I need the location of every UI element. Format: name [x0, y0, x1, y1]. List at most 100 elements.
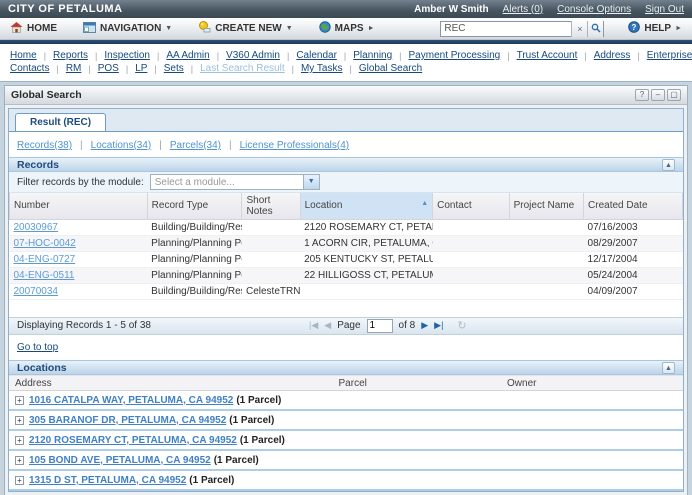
clear-icon: × — [577, 24, 582, 34]
record-number-link[interactable]: 20070034 — [14, 286, 59, 297]
menu-aa-admin[interactable]: AA Admin — [166, 50, 209, 61]
create-new-button[interactable]: CREATE NEW ▼ — [198, 21, 292, 36]
magnifier-icon — [591, 23, 601, 35]
col-record-type[interactable]: Record Type — [147, 193, 242, 220]
parcel-count: (1 Parcel) — [236, 395, 281, 406]
col-project-name[interactable]: Project Name — [509, 193, 583, 220]
sign-out-link[interactable]: Sign Out — [645, 4, 684, 15]
location-address-link[interactable]: 1315 D ST, PETALUMA, CA 94952 — [29, 475, 186, 486]
expand-icon[interactable]: + — [15, 456, 24, 465]
panel-title: Global Search — [11, 89, 82, 101]
last-page-button[interactable]: ▶| — [434, 320, 443, 331]
menu-trust-account[interactable]: Trust Account — [517, 50, 578, 61]
parcels-count-link[interactable]: Parcels(34) — [170, 140, 221, 151]
license-professionals-count-link[interactable]: License Professionals(4) — [240, 140, 350, 151]
home-button[interactable]: HOME — [10, 22, 57, 36]
search-clear-button[interactable]: × — [571, 21, 587, 37]
records-pagination-bar: Displaying Records 1 - 5 of 38 |◀ ◀ Page… — [9, 317, 683, 335]
help-button[interactable]: ? HELP ► — [628, 21, 682, 36]
logged-in-user: Amber W Smith — [414, 4, 488, 15]
menu-address[interactable]: Address — [594, 50, 631, 61]
location-address-link[interactable]: 1016 CATALPA WAY, PETALUMA, CA 94952 — [29, 395, 233, 406]
col-parcel[interactable]: Parcel — [333, 378, 502, 389]
records-count-link[interactable]: Records(38) — [17, 140, 72, 151]
module-filter-select[interactable]: Select a module... ▼ — [150, 174, 320, 190]
menu-sets[interactable]: Sets — [164, 63, 184, 74]
menu-contacts[interactable]: Contacts — [10, 63, 49, 74]
panel-minimize-button[interactable]: – — [651, 89, 665, 101]
expand-icon[interactable]: + — [15, 416, 24, 425]
parcel-count: (1 Parcel) — [189, 475, 234, 486]
expand-icon[interactable]: + — [15, 396, 24, 405]
menu-calendar[interactable]: Calendar — [296, 50, 337, 61]
records-section-header: Records ▲ — [9, 157, 683, 172]
menu-my-tasks[interactable]: My Tasks — [301, 63, 343, 74]
page-number-input[interactable] — [367, 319, 393, 333]
record-number-link[interactable]: 04-ENG-0727 — [14, 254, 76, 265]
search-submit-button[interactable] — [587, 21, 603, 37]
maps-button[interactable]: MAPS ► — [319, 21, 375, 36]
menu-pos[interactable]: POS — [98, 63, 119, 74]
navigation-label: NAVIGATION — [100, 23, 161, 34]
location-address-link[interactable]: 2120 ROSEMARY CT, PETALUMA, CA 94952 — [29, 435, 237, 446]
menu-v360-admin[interactable]: V360 Admin — [226, 50, 280, 61]
record-number-link[interactable]: 20030967 — [14, 222, 59, 233]
location-address-link[interactable]: 305 BARANOF DR, PETALUMA, CA 94952 — [29, 415, 226, 426]
record-row: 04-ENG-0511 Planning/Planning Permit/ENG… — [10, 267, 683, 283]
locations-section-header: Locations ▲ — [9, 360, 683, 375]
menu-enterprise-view[interactable]: Enterprise View — [647, 50, 692, 61]
menu-payment-processing[interactable]: Payment Processing — [409, 50, 501, 61]
col-contact[interactable]: Contact — [433, 193, 509, 220]
parcel-count: (1 Parcel) — [240, 435, 285, 446]
col-created-date[interactable]: Created Date — [584, 193, 683, 220]
locations-count-link[interactable]: Locations(34) — [91, 140, 152, 151]
records-collapse-button[interactable]: ▲ — [662, 159, 675, 171]
workspace-frame: Global Search ? – ▢ Result (REC) Records… — [0, 81, 692, 495]
maps-caret-icon: ► — [368, 25, 375, 32]
menu-row-2: Contacts| RM| POS| LP| Sets| Last Search… — [10, 63, 682, 74]
console-options-link[interactable]: Console Options — [557, 4, 631, 15]
panel-close-button[interactable]: ▢ — [667, 89, 681, 101]
first-page-button[interactable]: |◀ — [309, 320, 318, 331]
record-number-link[interactable]: 04-ENG-0511 — [14, 270, 75, 281]
select-dropdown-icon: ▼ — [303, 175, 319, 189]
locations-section-title: Locations — [17, 362, 67, 374]
expand-icon[interactable]: + — [15, 476, 24, 485]
expand-icon[interactable]: + — [15, 436, 24, 445]
menu-last-search-result[interactable]: Last Search Result — [200, 63, 285, 74]
menu-planning[interactable]: Planning — [353, 50, 392, 61]
refresh-icon[interactable]: ↻ — [457, 319, 466, 332]
module-filter-value: Select a module... — [151, 177, 303, 188]
locations-collapse-button[interactable]: ▲ — [662, 362, 675, 374]
global-search-input[interactable] — [441, 22, 571, 36]
menu-rm[interactable]: RM — [66, 63, 82, 74]
svg-text:?: ? — [632, 23, 637, 32]
alerts-link[interactable]: Alerts (0) — [503, 4, 544, 15]
help-caret-icon: ► — [675, 25, 682, 32]
menu-global-search[interactable]: Global Search — [359, 63, 422, 74]
menu-inspection[interactable]: Inspection — [104, 50, 150, 61]
location-row: + 2120 ROSEMARY CT, PETALUMA, CA 94952 (… — [9, 431, 683, 451]
records-empty-space — [9, 300, 683, 317]
col-short-notes[interactable]: Short Notes — [242, 193, 300, 220]
menu-home[interactable]: Home — [10, 50, 37, 61]
col-owner[interactable]: Owner — [501, 378, 683, 389]
panel-body: Result (REC) Records(38)| Locations(34)|… — [8, 108, 684, 492]
menu-reports[interactable]: Reports — [53, 50, 88, 61]
panel-help-button[interactable]: ? — [635, 89, 649, 101]
col-address[interactable]: Address — [9, 378, 333, 389]
create-new-caret-icon: ▼ — [286, 25, 293, 32]
record-number-link[interactable]: 07-HOC-0042 — [14, 238, 76, 249]
next-page-button[interactable]: ▶ — [421, 320, 428, 331]
tab-result-rec[interactable]: Result (REC) — [15, 113, 106, 131]
location-address-link[interactable]: 105 BOND AVE, PETALUMA, CA 94952 — [29, 455, 211, 466]
go-to-top-link[interactable]: Go to top — [17, 342, 58, 353]
navigation-button[interactable]: NAVIGATION ▼ — [83, 22, 172, 36]
col-location[interactable]: Location▲ — [300, 193, 433, 220]
menu-lp[interactable]: LP — [135, 63, 147, 74]
prev-page-button[interactable]: ◀ — [324, 320, 331, 331]
col-number[interactable]: Number — [10, 193, 148, 220]
location-row: + 105 BOND AVE, PETALUMA, CA 94952 (1 Pa… — [9, 451, 683, 471]
filter-label: Filter records by the module: — [17, 177, 144, 188]
global-search-box: × — [440, 21, 604, 37]
